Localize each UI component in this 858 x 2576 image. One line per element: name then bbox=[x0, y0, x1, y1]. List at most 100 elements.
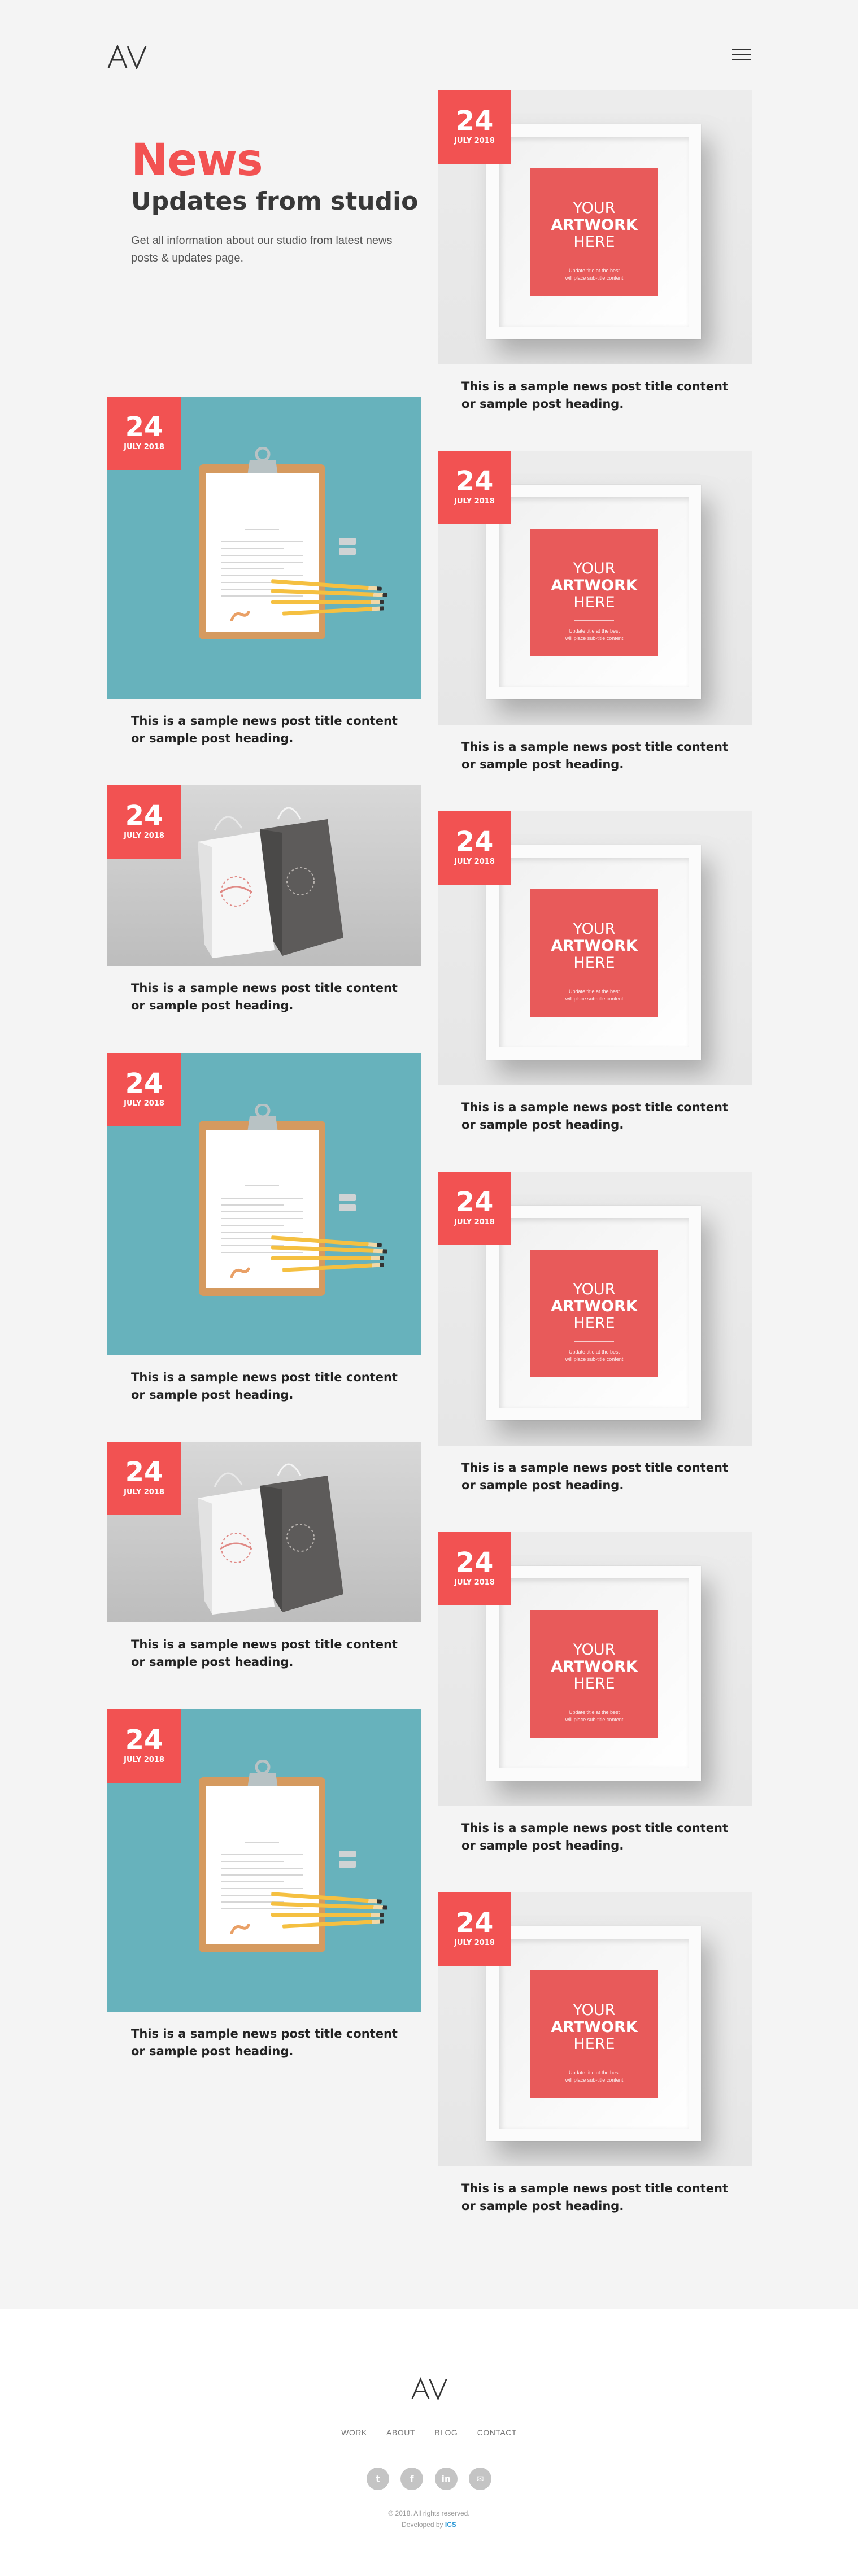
footer-link-about[interactable]: ABOUT bbox=[386, 2428, 415, 2437]
news-card: 24 JULY 2018 This is a sample news post … bbox=[107, 1709, 421, 2060]
date-day: 24 bbox=[125, 1068, 163, 1099]
paper-line bbox=[221, 548, 284, 549]
pencil-shavings bbox=[230, 611, 250, 621]
developer-mark[interactable]: ICS bbox=[445, 2521, 456, 2529]
news-post-title[interactable]: This is a sample news post title content… bbox=[131, 712, 398, 747]
news-thumbnail[interactable]: 24 JULY 2018 bbox=[107, 397, 421, 699]
date-month: JULY 2018 bbox=[124, 443, 164, 451]
paper-line bbox=[221, 1211, 303, 1212]
news-thumbnail[interactable]: 24 JULY 2018 YOUR ARTWORK HERE Update ti… bbox=[438, 1172, 752, 1446]
artwork-line-1: YOUR bbox=[573, 920, 616, 938]
footer-link-blog[interactable]: BLOG bbox=[434, 2428, 458, 2437]
news-post-title[interactable]: This is a sample news post title content… bbox=[461, 1820, 728, 1855]
artwork-line-1: YOUR bbox=[573, 199, 616, 217]
email-icon[interactable]: ✉ bbox=[469, 2468, 492, 2490]
news-post-title[interactable]: This is a sample news post title content… bbox=[461, 738, 728, 773]
date-day: 24 bbox=[455, 105, 494, 137]
news-post-title[interactable]: This is a sample news post title content… bbox=[131, 1369, 398, 1404]
date-month: JULY 2018 bbox=[454, 137, 495, 145]
artwork-small-2: will place sub-title content bbox=[565, 996, 624, 1002]
news-card: 24 JULY 2018 YOUR ARTWORK HERE Update ti… bbox=[438, 811, 752, 1134]
artwork-small-2: will place sub-title content bbox=[565, 1356, 624, 1362]
shopping-bags bbox=[198, 807, 343, 958]
news-thumbnail[interactable]: 24 JULY 2018 YOUR ARTWORK HERE Update ti… bbox=[438, 1892, 752, 2166]
copyright: © 2018. All rights reserved. bbox=[388, 2509, 470, 2517]
news-post-title[interactable]: This is a sample news post title content… bbox=[461, 1459, 728, 1494]
news-post-title[interactable]: This is a sample news post title content… bbox=[461, 1099, 728, 1134]
artwork-small-1: Update title at the best bbox=[568, 2070, 620, 2075]
date-month: JULY 2018 bbox=[454, 497, 495, 506]
news-post-title[interactable]: This is a sample news post title content… bbox=[131, 2025, 398, 2060]
date-day: 24 bbox=[125, 800, 163, 832]
date-month: JULY 2018 bbox=[124, 832, 164, 840]
date-day: 24 bbox=[125, 411, 163, 443]
date-month: JULY 2018 bbox=[124, 1756, 164, 1764]
date-badge: 24 JULY 2018 bbox=[438, 90, 511, 164]
developed-by-label: Developed by bbox=[402, 2521, 443, 2529]
paper-line bbox=[221, 1218, 303, 1219]
artwork-placeholder: YOUR ARTWORK HERE Update title at the be… bbox=[530, 1970, 658, 2098]
paper-line bbox=[221, 568, 284, 569]
artwork-small-2: will place sub-title content bbox=[565, 275, 624, 281]
news-thumbnail[interactable]: 24 JULY 2018 YOUR ARTWORK HERE Update ti… bbox=[438, 811, 752, 1085]
news-post-title[interactable]: This is a sample news post title content… bbox=[461, 378, 728, 413]
news-thumbnail[interactable]: 24 JULY 2018 YOUR ARTWORK HERE Update ti… bbox=[438, 1532, 752, 1806]
news-post-title[interactable]: This is a sample news post title content… bbox=[131, 1636, 398, 1671]
paper-line bbox=[221, 555, 303, 556]
paper-line bbox=[221, 1225, 284, 1226]
paper-sheet bbox=[206, 1786, 319, 1944]
news-thumbnail[interactable]: 24 JULY 2018 bbox=[107, 785, 421, 966]
artwork-line-1: YOUR bbox=[573, 560, 616, 577]
artwork-small-2: will place sub-title content bbox=[565, 2077, 624, 2083]
news-post-title[interactable]: This is a sample news post title content… bbox=[131, 980, 398, 1015]
news-thumbnail[interactable]: 24 JULY 2018 bbox=[107, 1053, 421, 1355]
artwork-line-1: YOUR bbox=[573, 2001, 616, 2019]
paper-line bbox=[221, 1252, 303, 1253]
artwork-divider bbox=[574, 1341, 614, 1342]
picture-frame: YOUR ARTWORK HERE Update title at the be… bbox=[486, 845, 701, 1060]
news-thumbnail[interactable]: 24 JULY 2018 bbox=[107, 1442, 421, 1622]
date-day: 24 bbox=[125, 1456, 163, 1488]
picture-frame: YOUR ARTWORK HERE Update title at the be… bbox=[486, 1206, 701, 1420]
artwork-line-3: HERE bbox=[573, 1315, 615, 1332]
hamburger-icon[interactable] bbox=[732, 49, 751, 62]
date-day: 24 bbox=[455, 826, 494, 858]
paper-sheet bbox=[206, 1130, 319, 1288]
date-badge: 24 JULY 2018 bbox=[438, 1892, 511, 1966]
footer-link-work[interactable]: WORK bbox=[341, 2428, 367, 2437]
paper-line bbox=[221, 1861, 284, 1862]
artwork-small-1: Update title at the best bbox=[568, 1349, 620, 1355]
av-logo[interactable] bbox=[411, 2377, 447, 2401]
sharpener bbox=[339, 1851, 356, 1857]
pencil-shavings bbox=[230, 1267, 250, 1278]
paper-line bbox=[221, 575, 303, 576]
paper-line bbox=[245, 1185, 279, 1186]
developed-by: Developed by ICS bbox=[0, 2521, 858, 2529]
artwork-small-1: Update title at the best bbox=[568, 268, 620, 273]
news-card: 24 JULY 2018 YOUR ARTWORK HERE Update ti… bbox=[438, 90, 752, 413]
news-thumbnail[interactable]: 24 JULY 2018 YOUR ARTWORK HERE Update ti… bbox=[438, 90, 752, 364]
date-badge: 24 JULY 2018 bbox=[438, 451, 511, 524]
artwork-placeholder: YOUR ARTWORK HERE Update title at the be… bbox=[530, 529, 658, 656]
picture-frame: YOUR ARTWORK HERE Update title at the be… bbox=[486, 124, 701, 339]
twitter-icon[interactable]: t bbox=[366, 2468, 389, 2490]
artwork-line-3: HERE bbox=[573, 233, 615, 251]
news-thumbnail[interactable]: 24 JULY 2018 bbox=[107, 1709, 421, 2012]
news-thumbnail[interactable]: 24 JULY 2018 YOUR ARTWORK HERE Update ti… bbox=[438, 451, 752, 725]
av-logo[interactable] bbox=[107, 45, 147, 69]
paper-line bbox=[221, 1908, 303, 1909]
news-card: 24 JULY 2018 YOUR ARTWORK HERE Update ti… bbox=[438, 1532, 752, 1855]
news-post-title[interactable]: This is a sample news post title content… bbox=[461, 2180, 728, 2215]
artwork-divider bbox=[574, 620, 614, 621]
sharpener bbox=[339, 1204, 356, 1211]
date-day: 24 bbox=[455, 465, 494, 497]
date-badge: 24 JULY 2018 bbox=[438, 1532, 511, 1605]
date-badge: 24 JULY 2018 bbox=[107, 785, 181, 859]
pencil-shavings bbox=[230, 1924, 250, 1934]
facebook-icon[interactable]: f bbox=[400, 2468, 424, 2490]
date-day: 24 bbox=[125, 1724, 163, 1756]
footer-link-contact[interactable]: CONTACT bbox=[477, 2428, 517, 2437]
clipboard-clip bbox=[247, 1760, 278, 1789]
linkedin-icon[interactable]: in bbox=[434, 2468, 458, 2490]
artwork-placeholder: YOUR ARTWORK HERE Update title at the be… bbox=[530, 1610, 658, 1738]
